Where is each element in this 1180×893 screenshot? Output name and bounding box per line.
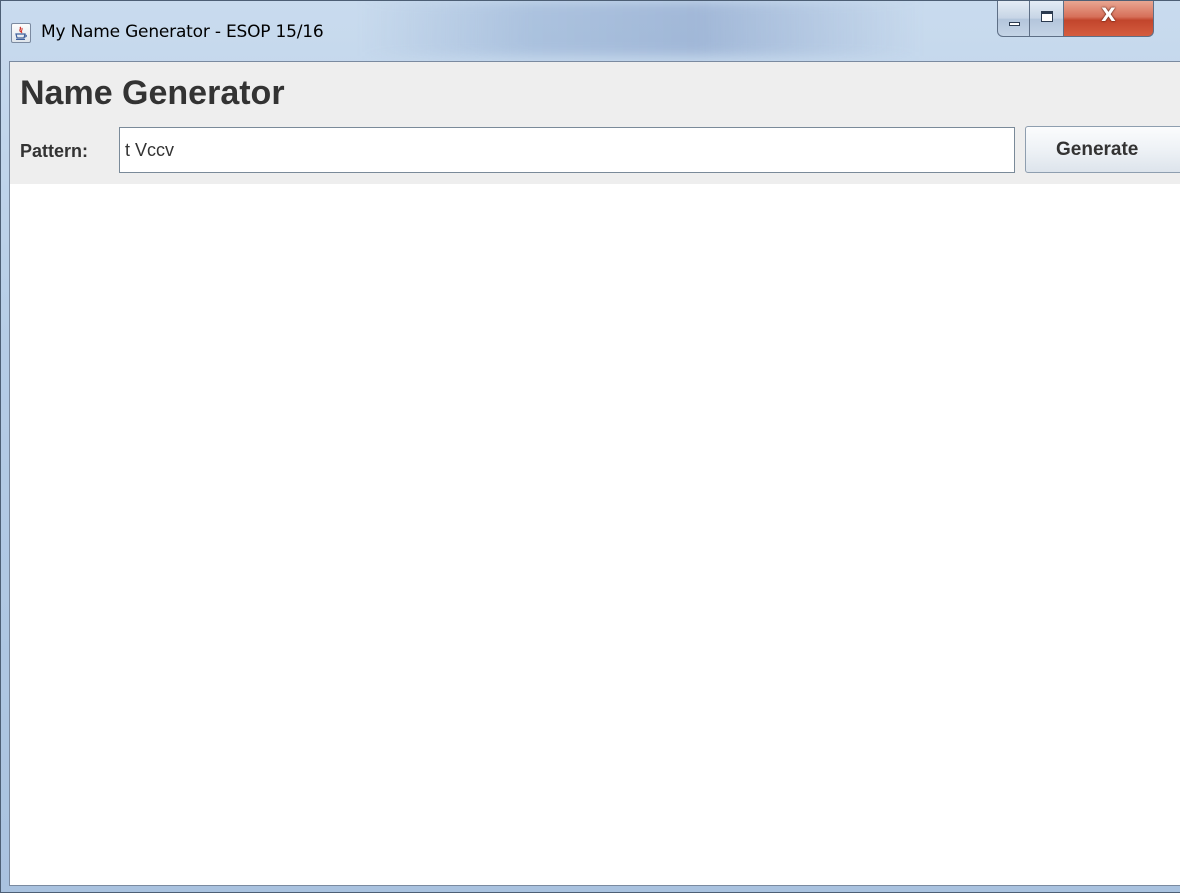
minimize-button[interactable] (997, 1, 1030, 37)
pattern-label: Pattern: (20, 141, 89, 161)
maximize-icon (1041, 11, 1053, 22)
pattern-panel: Name Generator Pattern: Generate (10, 62, 1180, 184)
page-title: Name Generator (20, 74, 285, 112)
title-bar-background-blur (361, 1, 921, 56)
maximize-button[interactable] (1030, 1, 1064, 37)
java-app-icon[interactable] (11, 23, 31, 43)
generated-names-area[interactable] (10, 184, 1180, 885)
client-area: Name Generator Pattern: Generate (9, 61, 1180, 886)
close-button[interactable]: X (1064, 1, 1154, 37)
title-bar[interactable]: My Name Generator - ESOP 15/16 X (1, 1, 1180, 61)
close-icon: X (1101, 4, 1116, 26)
application-window: My Name Generator - ESOP 15/16 X Name Ge… (0, 0, 1180, 893)
window-controls: X (997, 1, 1154, 41)
window-title: My Name Generator - ESOP 15/16 (41, 22, 324, 42)
generate-button[interactable]: Generate (1025, 126, 1180, 173)
minimize-icon (1009, 22, 1020, 26)
pattern-input[interactable] (119, 127, 1015, 173)
